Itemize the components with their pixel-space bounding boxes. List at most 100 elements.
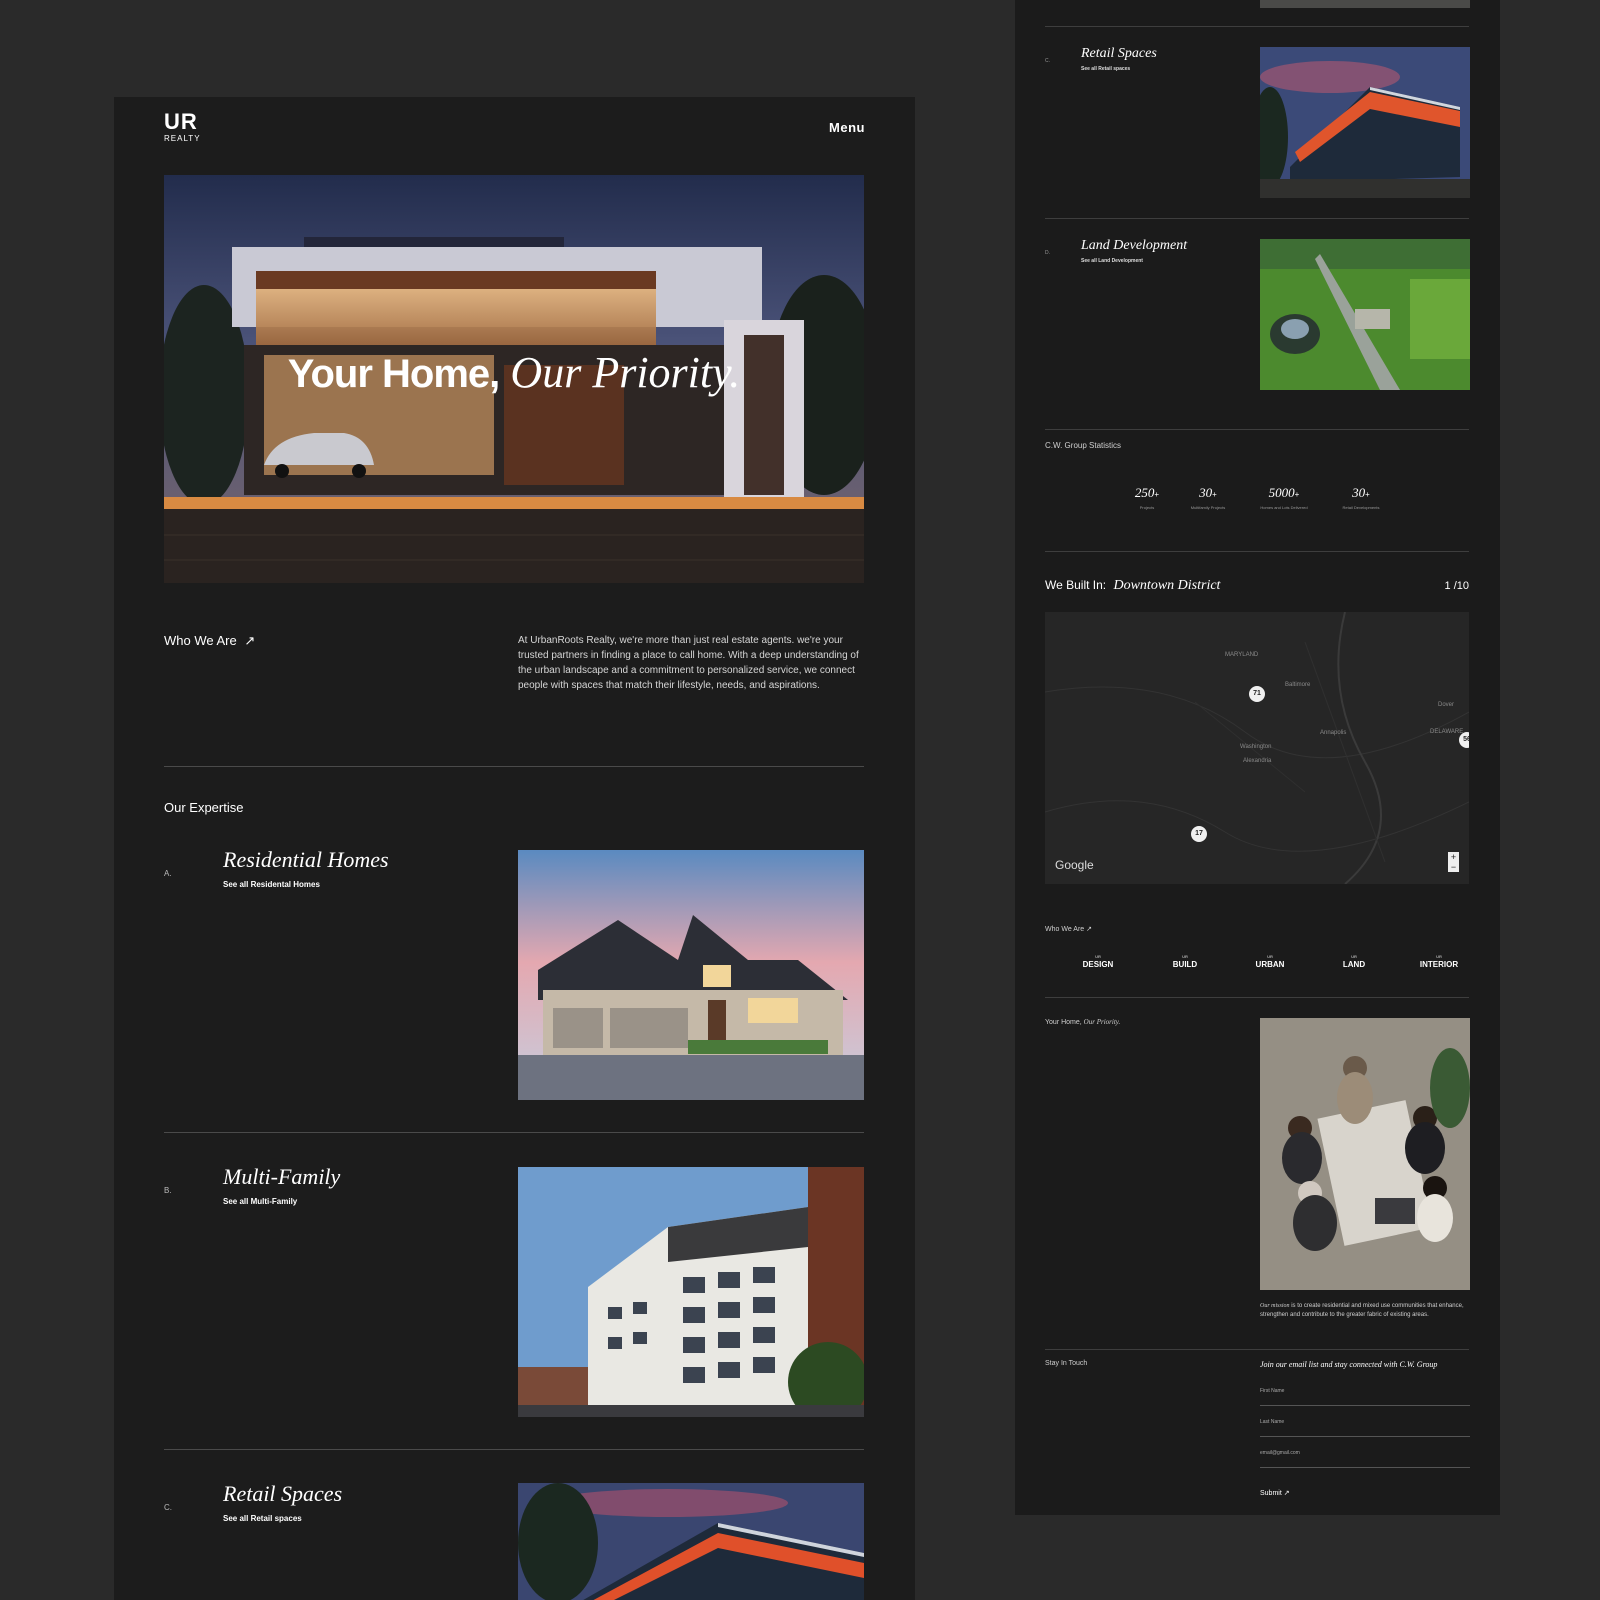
category-prefix: UR xyxy=(1095,954,1101,959)
section-divider xyxy=(164,1132,864,1133)
category-design[interactable]: UR DESIGN xyxy=(1068,954,1128,969)
apartment-building-illustration xyxy=(518,1167,864,1417)
google-logo: Google xyxy=(1055,858,1094,872)
expertise-letter: B. xyxy=(164,1186,172,1195)
expertise-title: Retail Spaces xyxy=(1081,46,1157,61)
residential-home-image[interactable] xyxy=(518,850,864,1100)
built-in-label: We Built In: xyxy=(1045,578,1107,592)
who-we-are-link[interactable]: Who We Are ↗ xyxy=(164,633,255,649)
main-page-preview: UR REALTY Menu Your Home, Our Priority. … xyxy=(114,97,915,1600)
stat-plus: + xyxy=(1154,490,1160,499)
category-label: URBAN xyxy=(1255,960,1285,969)
retail-spaces-image[interactable] xyxy=(518,1483,864,1600)
stat-plus: + xyxy=(1365,490,1370,499)
map-label: Washington xyxy=(1240,744,1272,750)
see-all-multifamily-link[interactable]: See all Multi-Family xyxy=(223,1197,297,1206)
expertise-title: Multi-Family xyxy=(223,1164,341,1189)
who-we-are-label: Who We Are xyxy=(164,633,237,648)
category-prefix: UR xyxy=(1267,954,1273,959)
about-description: At UrbanRoots Realty, we're more than ju… xyxy=(518,635,859,691)
hero-image: Your Home, Our Priority. xyxy=(164,175,864,583)
page-continuation-preview: C. Retail Spaces See all Retail spaces D… xyxy=(1015,0,1500,1515)
who-we-are-link[interactable]: Who We Are ↗ xyxy=(1045,925,1092,933)
expertise-title: Residential Homes xyxy=(223,847,389,872)
category-label: LAND xyxy=(1342,960,1366,969)
join-email-text: Join our email list and stay connected w… xyxy=(1260,1360,1438,1369)
expertise-letter: A. xyxy=(164,869,172,878)
project-map[interactable]: MARYLAND Baltimore Washington Alexandria… xyxy=(1045,612,1469,884)
built-in-place: Downtown District xyxy=(1113,578,1221,593)
stat-label: Projects xyxy=(1139,505,1155,510)
aerial-land-illustration xyxy=(1260,239,1470,390)
mission-text: Our mission is to create residential and… xyxy=(1260,1302,1475,1320)
hero-title: Your Home, Our Priority. xyxy=(164,347,864,398)
category-urban[interactable]: UR URBAN xyxy=(1240,954,1300,969)
mission-body: is to create residential and mixed use c… xyxy=(1260,1303,1464,1318)
stat-item: 250+ Projects xyxy=(1127,484,1167,510)
cropped-image xyxy=(1260,0,1470,8)
mission-heading-sans: Your Home, xyxy=(1045,1019,1082,1026)
multifamily-image[interactable] xyxy=(518,1167,864,1417)
section-divider xyxy=(1045,429,1469,430)
logo-mark: UR xyxy=(164,109,198,134)
retail-building-illustration xyxy=(518,1483,864,1600)
category-land[interactable]: UR LAND xyxy=(1324,954,1384,969)
category-prefix: UR xyxy=(1436,954,1442,959)
see-all-residential-link[interactable]: See all Residental Homes xyxy=(223,880,320,889)
stat-plus: + xyxy=(1294,490,1300,499)
stat-item: 5000+ Homes and Lots Delivered xyxy=(1252,484,1316,510)
map-zoom-controls: + − xyxy=(1448,852,1459,872)
section-divider xyxy=(164,766,864,767)
stat-number: 250 xyxy=(1134,485,1155,500)
category-label: BUILD xyxy=(1172,960,1198,969)
section-divider xyxy=(1045,26,1469,27)
section-divider xyxy=(1045,551,1469,552)
map-label: Alexandria xyxy=(1243,758,1272,764)
last-name-field[interactable]: Last Name xyxy=(1260,1407,1470,1437)
logo[interactable]: UR REALTY xyxy=(164,109,201,144)
mission-heading: Your Home, Our Priority. xyxy=(1045,1018,1120,1026)
zoom-in-button[interactable]: + xyxy=(1448,852,1459,862)
mission-emphasis: Our mission xyxy=(1260,1303,1290,1309)
expertise-letter: D. xyxy=(1045,250,1050,256)
submit-label: Submit xyxy=(1260,1490,1282,1497)
built-in-heading: We Built In: Downtown District xyxy=(1045,578,1220,594)
arrow-up-right-icon: ↗ xyxy=(1283,1490,1290,1497)
stay-in-touch-label: Stay In Touch xyxy=(1045,1360,1088,1367)
expertise-letter: C. xyxy=(164,1503,172,1512)
arrow-up-right-icon: ↗ xyxy=(1086,926,1092,933)
stats-title: C.W. Group Statistics xyxy=(1045,441,1122,450)
see-all-retail-link[interactable]: See all Retail spaces xyxy=(223,1514,302,1523)
stat-number: 5000 xyxy=(1268,485,1295,500)
logo-subtitle: REALTY xyxy=(164,134,201,143)
stat-plus: + xyxy=(1212,490,1217,499)
map-label: Dover xyxy=(1438,702,1455,708)
who-we-are-label: Who We Are xyxy=(1045,926,1085,933)
section-divider xyxy=(1045,1349,1469,1350)
hero-title-sans: Your Home, xyxy=(287,352,501,396)
mission-heading-serif: Our Priority. xyxy=(1083,1018,1121,1026)
zoom-out-button[interactable]: − xyxy=(1448,862,1459,872)
retail-spaces-image[interactable] xyxy=(1260,47,1470,198)
map-marker[interactable]: 17 xyxy=(1191,826,1207,842)
see-all-retail-link[interactable]: See all Retail spaces xyxy=(1081,66,1130,72)
expertise-heading: Our Expertise xyxy=(164,800,244,815)
category-label: INTERIOR xyxy=(1419,960,1459,969)
category-prefix: UR xyxy=(1351,954,1357,959)
first-name-field[interactable]: First Name xyxy=(1260,1376,1470,1406)
category-interior[interactable]: UR INTERIOR xyxy=(1409,954,1469,969)
stat-label: Homes and Lots Delivered xyxy=(1260,505,1308,510)
arrow-up-right-icon: ↗ xyxy=(244,633,256,648)
land-development-image[interactable] xyxy=(1260,239,1470,390)
stat-label: Multifamily Projects xyxy=(1190,505,1226,510)
map-marker[interactable]: 71 xyxy=(1249,686,1265,702)
email-field[interactable]: email@gmail.com xyxy=(1260,1438,1470,1468)
submit-button[interactable]: Submit ↗ xyxy=(1260,1489,1290,1497)
category-build[interactable]: UR BUILD xyxy=(1155,954,1215,969)
map-marker[interactable]: 56 xyxy=(1459,732,1469,748)
see-all-land-link[interactable]: See all Land Development xyxy=(1081,258,1143,264)
menu-button[interactable]: Menu xyxy=(829,120,865,135)
map-label: DELAWARE xyxy=(1430,729,1464,735)
hero-title-serif: Our Priority. xyxy=(510,348,741,397)
team-meeting-image[interactable] xyxy=(1260,1018,1470,1290)
